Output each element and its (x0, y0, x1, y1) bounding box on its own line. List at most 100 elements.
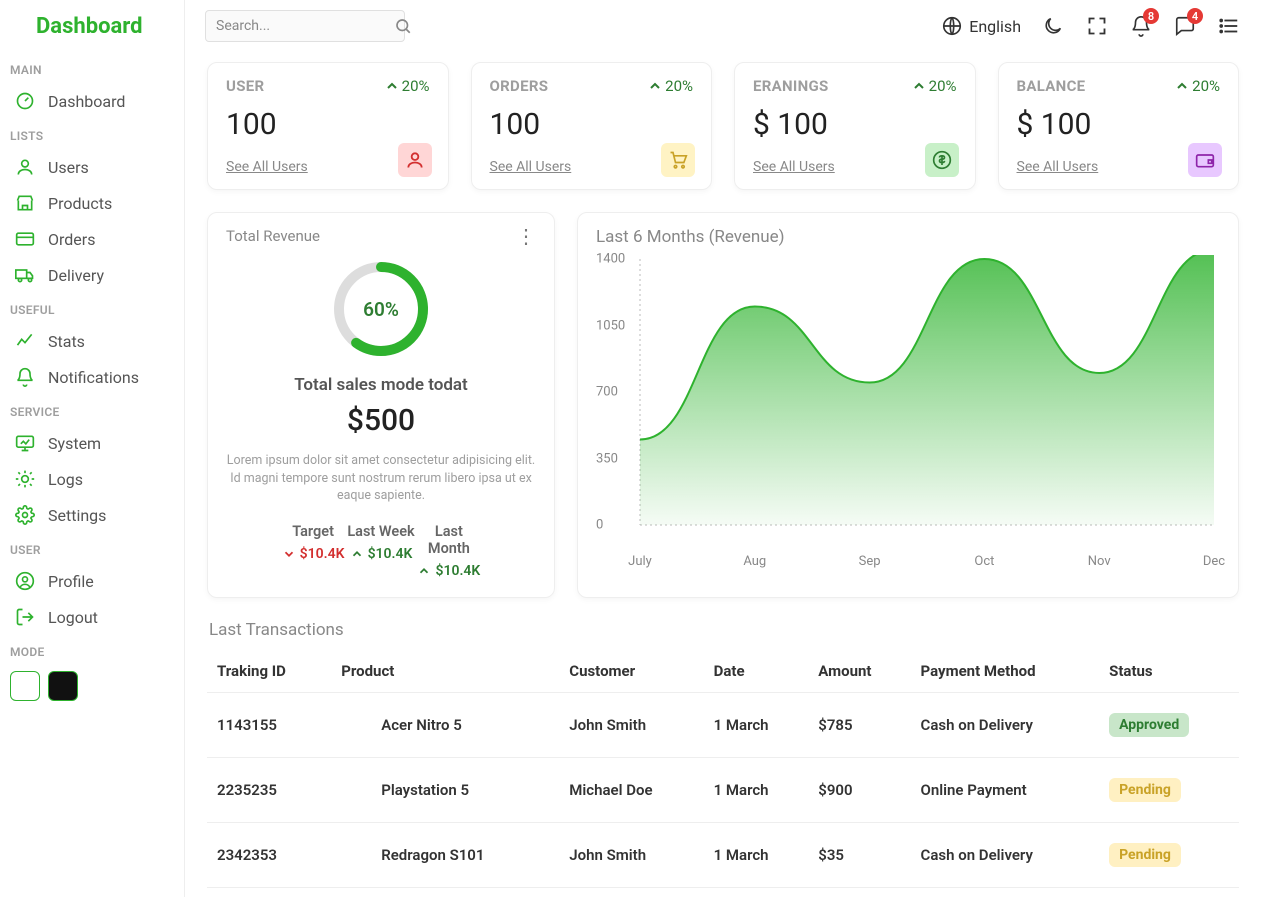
mode-light[interactable] (10, 671, 40, 701)
notifications-button[interactable]: 8 (1129, 14, 1153, 38)
sidebar-item-dashboard[interactable]: Dashboard (10, 83, 174, 119)
sidebar-item-logs[interactable]: Logs (10, 461, 174, 497)
psych-icon (14, 468, 36, 490)
chart-title: Last 6 Months (Revenue) (596, 227, 1220, 247)
status-badge: Approved (1109, 713, 1189, 737)
transactions-title: Last Transactions (207, 620, 1239, 640)
sidebar-item-products[interactable]: Products (10, 185, 174, 221)
cell-amount: $785 (808, 692, 910, 757)
wallet-icon (1188, 143, 1222, 177)
language-switcher[interactable]: English (941, 15, 1021, 37)
sidebar-item-delivery[interactable]: Delivery (10, 257, 174, 293)
cell-product: Acer Nitro 5 (331, 692, 559, 757)
sidebar-item-settings[interactable]: Settings (10, 497, 174, 533)
revenue-desc: Lorem ipsum dolor sit amet consectetur a… (226, 452, 536, 505)
chart-ytick: 700 (596, 385, 618, 400)
messages-button[interactable]: 4 (1173, 14, 1197, 38)
sidebar-heading: MAIN (10, 53, 174, 83)
chart-xtick: Nov (1088, 554, 1111, 569)
menu-button[interactable] (1217, 14, 1241, 38)
stat-card-user: USER20%100See All Users (207, 62, 449, 190)
sidebar-item-stats[interactable]: Stats (10, 323, 174, 359)
sidebar-heading: LISTS (10, 119, 174, 149)
revenue-col-value: $10.4K (415, 563, 483, 579)
sidebar-item-label: System (48, 434, 101, 453)
chart-ytick: 1050 (596, 318, 625, 333)
search-icon (394, 17, 412, 35)
sidebar-item-notifications[interactable]: Notifications (10, 359, 174, 395)
monitor-icon (14, 432, 36, 454)
sidebar-heading: USER (10, 533, 174, 563)
table-row[interactable]: 2342353Redragon S101John Smith1 March$35… (207, 822, 1239, 887)
theme-toggle[interactable] (1041, 14, 1065, 38)
card-link[interactable]: See All Users (226, 159, 308, 175)
card-value: $ 100 (1017, 107, 1221, 142)
status-badge: Pending (1109, 778, 1181, 802)
cell-customer: John Smith (559, 822, 703, 887)
dashboard-icon (14, 90, 36, 112)
table-header: Product (331, 650, 559, 693)
truck-icon (14, 264, 36, 286)
sidebar-item-logout[interactable]: Logout (10, 599, 174, 635)
language-label: English (969, 17, 1021, 36)
fullscreen-toggle[interactable] (1085, 14, 1109, 38)
revenue-panel: Total Revenue ⋮ 60% Total sales mode tod… (207, 212, 555, 598)
more-icon[interactable]: ⋮ (516, 230, 536, 242)
ring-percent: 60% (331, 259, 431, 359)
cell-id: 2342353 (207, 822, 331, 887)
stat-card-eranings: ERANINGS20%$ 100See All Users (734, 62, 976, 190)
transactions-section: Last Transactions Traking IDProductCusto… (207, 620, 1239, 888)
card-change: 20% (1174, 77, 1220, 95)
card-link[interactable]: See All Users (490, 159, 572, 175)
area-chart: 035070010501400JulyAugSepOctNovDec (596, 255, 1220, 565)
cell-customer: Michael Doe (559, 757, 703, 822)
sidebar-item-label: Products (48, 194, 112, 213)
sidebar-item-label: Notifications (48, 368, 139, 387)
table-row[interactable]: 2235235Playstation 5Michael Doe1 March$9… (207, 757, 1239, 822)
profile-icon (14, 570, 36, 592)
cell-product: Playstation 5 (331, 757, 559, 822)
chart-ytick: 1400 (596, 252, 625, 267)
sidebar-item-users[interactable]: Users (10, 149, 174, 185)
topbar: English 8 4 (185, 0, 1261, 52)
stat-card-balance: BALANCE20%$ 100See All Users (998, 62, 1240, 190)
chart-xtick: Aug (743, 554, 766, 569)
sidebar-item-system[interactable]: System (10, 425, 174, 461)
card-value: $ 100 (753, 107, 957, 142)
table-header: Status (1099, 650, 1239, 693)
chart-ytick: 350 (596, 451, 618, 466)
table-header: Customer (559, 650, 703, 693)
search-input[interactable] (216, 18, 394, 34)
card-icon (14, 228, 36, 250)
sidebar-item-profile[interactable]: Profile (10, 563, 174, 599)
user-icon (14, 156, 36, 178)
mode-dark[interactable] (48, 671, 78, 701)
revenue-col: Last Month$10.4K (415, 523, 483, 579)
card-change: 20% (384, 77, 430, 95)
chart-xtick: Sep (859, 554, 881, 569)
card-link[interactable]: See All Users (753, 159, 835, 175)
sidebar-item-orders[interactable]: Orders (10, 221, 174, 257)
sidebar-item-label: Settings (48, 506, 106, 525)
table-row[interactable]: 1143155Acer Nitro 5John Smith1 March$785… (207, 692, 1239, 757)
chart-panel: Last 6 Months (Revenue) 035070010501400J… (577, 212, 1239, 598)
sidebar-heading: MODE (10, 635, 174, 665)
cell-status: Pending (1099, 757, 1239, 822)
globe-icon (941, 15, 963, 37)
cell-amount: $900 (808, 757, 910, 822)
revenue-ring: 60% (331, 259, 431, 359)
table-header: Amount (808, 650, 910, 693)
moon-icon (1042, 15, 1064, 37)
sidebar-item-label: Users (48, 158, 89, 177)
search-box[interactable] (205, 10, 405, 42)
sidebar-item-label: Delivery (48, 266, 104, 285)
card-link[interactable]: See All Users (1017, 159, 1099, 175)
chart-ytick: 0 (596, 518, 603, 533)
revenue-amount: $500 (347, 403, 415, 438)
sidebar-item-label: Profile (48, 572, 94, 591)
card-value: 100 (490, 107, 694, 142)
cell-date: 1 March (704, 757, 809, 822)
dollar-icon (925, 143, 959, 177)
cart-icon (661, 143, 695, 177)
sidebar-item-label: Stats (48, 332, 85, 351)
